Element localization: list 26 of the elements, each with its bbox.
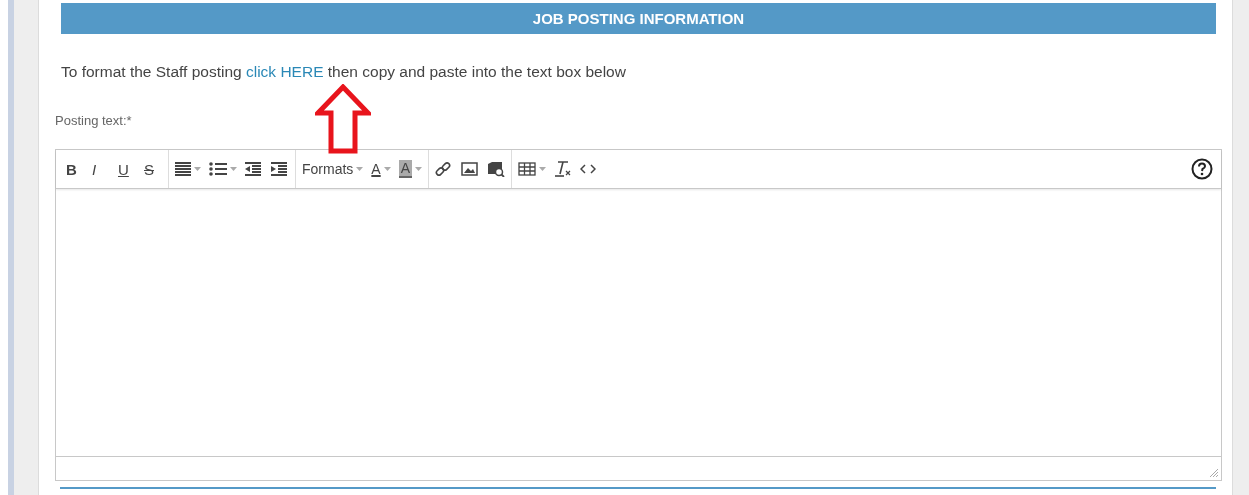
italic-button[interactable]: I [88, 154, 114, 184]
media-search-icon [487, 161, 506, 177]
table-icon [518, 162, 537, 176]
outdent-icon [245, 162, 261, 176]
image-icon [461, 162, 479, 176]
code-icon [580, 163, 597, 175]
bold-button[interactable]: B [62, 154, 88, 184]
link-icon [435, 161, 452, 177]
clear-formatting-icon [554, 160, 573, 178]
click-here-link[interactable]: click HERE [245, 63, 324, 80]
field-label: Posting text:* [55, 113, 133, 128]
instruction-text: To format the Staff posting click HERE then copy and paste into the text box below [61, 63, 627, 81]
align-icon [175, 162, 191, 176]
underline-button[interactable]: U [114, 154, 140, 184]
bullet-list-icon [209, 162, 227, 176]
up-arrow-drawing [315, 84, 371, 154]
background-color-button[interactable]: A [394, 154, 427, 184]
section-header: JOB POSTING INFORMATION [61, 3, 1216, 34]
text-editor[interactable]: B I U S Formats A A [55, 149, 1222, 481]
indent-icon [271, 162, 287, 176]
text-color-button[interactable]: A [367, 154, 395, 184]
strikethrough-button[interactable]: S [140, 154, 166, 184]
resize-handle-icon[interactable] [1209, 468, 1219, 478]
help-icon[interactable] [1191, 158, 1213, 180]
text-highlight-icon: A [398, 160, 413, 178]
formats-dropdown[interactable]: Formats [298, 154, 368, 184]
